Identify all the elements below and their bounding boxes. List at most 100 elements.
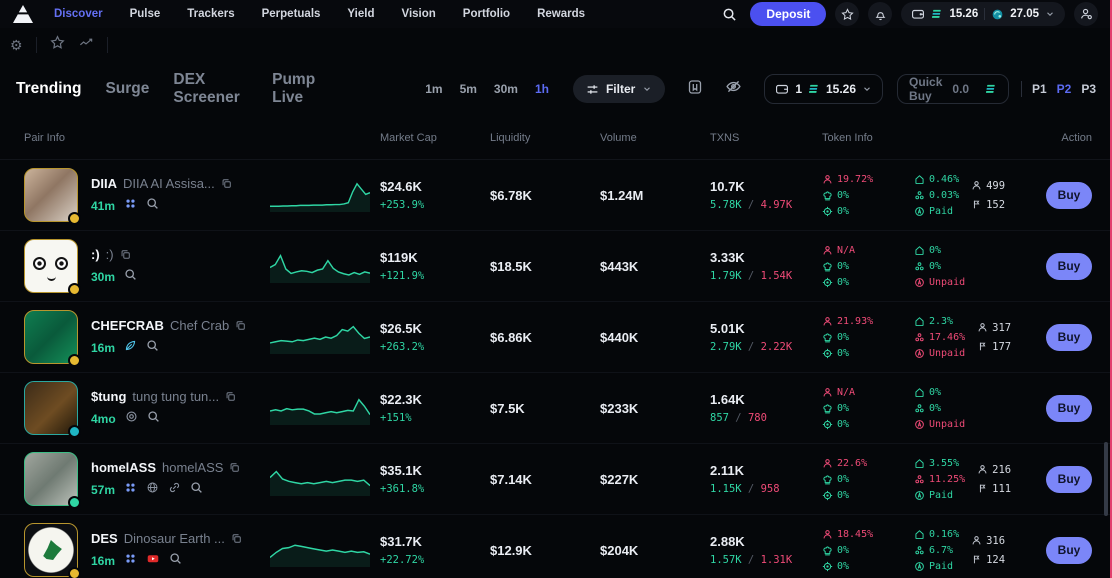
youtube-icon[interactable]: [146, 552, 160, 570]
stat-insiders-value: 0%: [929, 245, 941, 256]
nav-item-rewards[interactable]: Rewards: [537, 8, 585, 20]
chart-trend-icon[interactable]: [78, 35, 94, 55]
token-avatar-tung-character[interactable]: [24, 381, 78, 435]
search-icon[interactable]: [146, 339, 159, 357]
stat-bundlers-value: 6.7%: [929, 545, 953, 556]
quick-buy-input[interactable]: 0.0: [952, 82, 969, 96]
preset-p3[interactable]: P3: [1081, 82, 1096, 96]
community-icon[interactable]: [124, 197, 137, 215]
search-icon[interactable]: [147, 410, 160, 428]
bundlers-icon: [914, 332, 925, 343]
timeframe-30m[interactable]: 30m: [494, 82, 518, 96]
token-name: Dinosaur Earth ...: [124, 531, 225, 546]
tab-surge[interactable]: Surge: [105, 80, 149, 98]
search-icon[interactable]: [169, 552, 182, 570]
timeframe-1m[interactable]: 1m: [425, 82, 442, 96]
tab-dex-screener[interactable]: DEX Screener: [173, 71, 248, 107]
nav-item-portfolio[interactable]: Portfolio: [463, 8, 510, 20]
search-icon[interactable]: [190, 481, 203, 499]
buy-button[interactable]: Buy: [1046, 395, 1092, 422]
bundlers-icon: [914, 190, 925, 201]
bundlers-icon: [914, 403, 925, 414]
preset-p2[interactable]: P2: [1057, 82, 1072, 96]
copy-icon[interactable]: [221, 178, 232, 189]
timeframe-1h[interactable]: 1h: [535, 82, 549, 96]
snipers-icon: [822, 277, 833, 288]
holders-count-icon: [977, 322, 988, 333]
token-table: DIIA DIIA AI Assisa... 41m $24.6K +253.9…: [0, 160, 1112, 578]
community-icon[interactable]: [124, 552, 137, 570]
token-avatar-green-crab-art[interactable]: [24, 310, 78, 364]
nav-item-yield[interactable]: Yield: [347, 8, 374, 20]
token-avatar-woman-portrait[interactable]: [24, 168, 78, 222]
solana-icon: [985, 83, 997, 95]
holders-count-value: 499: [986, 180, 1005, 192]
copy-icon[interactable]: [229, 462, 240, 473]
volume-cell: $227K: [600, 472, 710, 487]
stat-dex-paid: Paid: [914, 490, 965, 501]
wallet-selector[interactable]: 1 15.26: [764, 74, 883, 104]
table-row[interactable]: CHEFCRAB Chef Crab 16m $26.5K +263.2% $6…: [0, 302, 1112, 373]
filter-button[interactable]: Filter: [573, 75, 665, 103]
token-info-cell: N/A0%0%0%0%Unpaid: [822, 245, 1018, 288]
notifications-bell-icon[interactable]: [868, 2, 892, 26]
stat-top-holders: 18.45%: [822, 529, 908, 540]
preset-p1[interactable]: P1: [1032, 82, 1047, 96]
buy-button[interactable]: Buy: [1046, 466, 1092, 493]
token-avatar-homeless-photo[interactable]: [24, 452, 78, 506]
copy-icon[interactable]: [120, 249, 131, 260]
bookmark-icon[interactable]: [687, 79, 703, 100]
timeframe-5m[interactable]: 5m: [460, 82, 477, 96]
feather-icon[interactable]: [124, 339, 137, 357]
watchlist-star-icon[interactable]: [835, 2, 859, 26]
copy-icon[interactable]: [225, 391, 236, 402]
copy-icon[interactable]: [231, 533, 242, 544]
favorites-star-icon[interactable]: [50, 35, 65, 55]
search-icon[interactable]: [124, 268, 137, 286]
preset-selector: P1 P2 P3: [1032, 82, 1096, 96]
snipers-icon: [822, 490, 833, 501]
stat-dex-paid-value: Paid: [929, 561, 953, 572]
tab-pump-live[interactable]: Pump Live: [272, 71, 329, 107]
token-avatar-smiley-face[interactable]: [24, 239, 78, 293]
buy-button[interactable]: Buy: [1046, 253, 1092, 280]
brand-logo-icon[interactable]: [10, 5, 36, 23]
insiders-icon: [914, 458, 925, 469]
table-row[interactable]: homelASS homelASS 57m $35.1K +361.8% $7.…: [0, 444, 1112, 515]
buy-button[interactable]: Buy: [1046, 537, 1092, 564]
table-row[interactable]: DIIA DIIA AI Assisa... 41m $24.6K +253.9…: [0, 160, 1112, 231]
table-row[interactable]: $tung tung tung tun... 4mo $22.3K +151% …: [0, 373, 1112, 444]
nav-item-vision[interactable]: Vision: [401, 8, 435, 20]
search-icon[interactable]: [146, 197, 159, 215]
scrollbar-thumb[interactable]: [1104, 442, 1108, 516]
community-icon[interactable]: [124, 481, 137, 499]
buy-button[interactable]: Buy: [1046, 182, 1092, 209]
buy-button[interactable]: Buy: [1046, 324, 1092, 351]
nav-item-perpetuals[interactable]: Perpetuals: [262, 8, 321, 20]
nav-item-trackers[interactable]: Trackers: [187, 8, 234, 20]
deposit-button[interactable]: Deposit: [750, 2, 826, 26]
pro-traders-value: 124: [986, 554, 1005, 566]
table-row[interactable]: DES Dinosaur Earth ... 16m $31.7K +22.72…: [0, 515, 1112, 578]
settings-gear-icon[interactable]: ⚙: [10, 38, 23, 52]
stat-dev-holdings-value: 0%: [837, 190, 849, 201]
copy-icon[interactable]: [235, 320, 246, 331]
hide-eye-off-icon[interactable]: [725, 78, 742, 100]
globe-icon[interactable]: [146, 481, 159, 499]
insiders-icon: [914, 387, 925, 398]
stat-dex-paid-value: Paid: [929, 206, 953, 217]
table-row[interactable]: :) :) 30m $119K +121.9% $18.5K $443K 3.3…: [0, 231, 1112, 302]
tab-trending[interactable]: Trending: [16, 80, 81, 98]
txns-total: 5.01K: [710, 321, 822, 336]
pair-info-cell: $tung tung tung tun... 4mo: [24, 381, 270, 435]
token-info-cell: 18.45%0.16%0%6.7%0%Paid 316 124: [822, 529, 1018, 572]
token-avatar-dinosaur-earth-society-logo[interactable]: [24, 523, 78, 577]
link-icon[interactable]: [168, 481, 181, 499]
nav-item-discover[interactable]: Discover: [54, 8, 103, 20]
chevron-down-icon: [642, 84, 652, 94]
search-icon[interactable]: [717, 2, 741, 26]
nav-item-pulse[interactable]: Pulse: [130, 8, 161, 20]
profile-icon[interactable]: [1074, 2, 1098, 26]
coin-icon[interactable]: [125, 410, 138, 428]
wallet-balances[interactable]: 15.26 27.05: [901, 2, 1065, 26]
